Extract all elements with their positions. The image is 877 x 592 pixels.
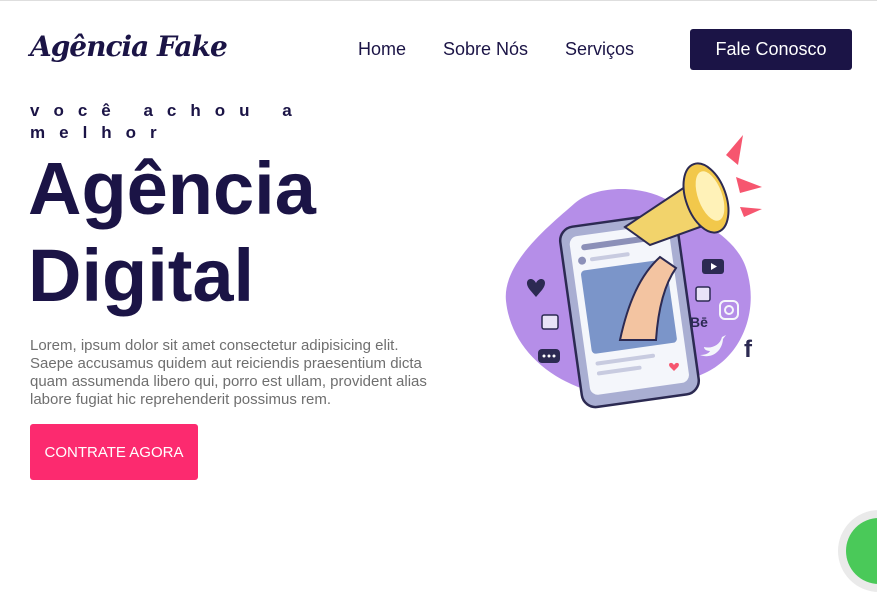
whatsapp-button[interactable] — [838, 510, 877, 592]
youtube-icon — [702, 259, 724, 274]
hero-title: Agência Digital — [28, 145, 316, 319]
behance-icon: Bē — [690, 314, 708, 330]
top-divider — [0, 0, 877, 1]
hero-tagline: você achou a melhor — [30, 101, 306, 142]
nav-link-home[interactable]: Home — [358, 39, 406, 60]
whatsapp-icon — [846, 518, 877, 584]
nav-link-services[interactable]: Serviços — [565, 39, 634, 60]
like-icon — [695, 286, 711, 302]
nav-link-about[interactable]: Sobre Nós — [443, 39, 528, 60]
hero-title-line1: Agência — [28, 147, 316, 230]
hero-description: Lorem, ipsum dolor sit amet consectetur … — [30, 337, 427, 408]
facebook-icon: f — [744, 336, 753, 363]
hero-title-line2: Digital — [28, 234, 255, 317]
marketing-illustration: Bē f — [505, 135, 762, 409]
like-icon — [541, 314, 559, 330]
hire-now-button[interactable]: CONTRATE AGORA — [30, 424, 198, 480]
chat-icon — [538, 349, 560, 363]
contact-button[interactable]: Fale Conosco — [690, 29, 852, 70]
